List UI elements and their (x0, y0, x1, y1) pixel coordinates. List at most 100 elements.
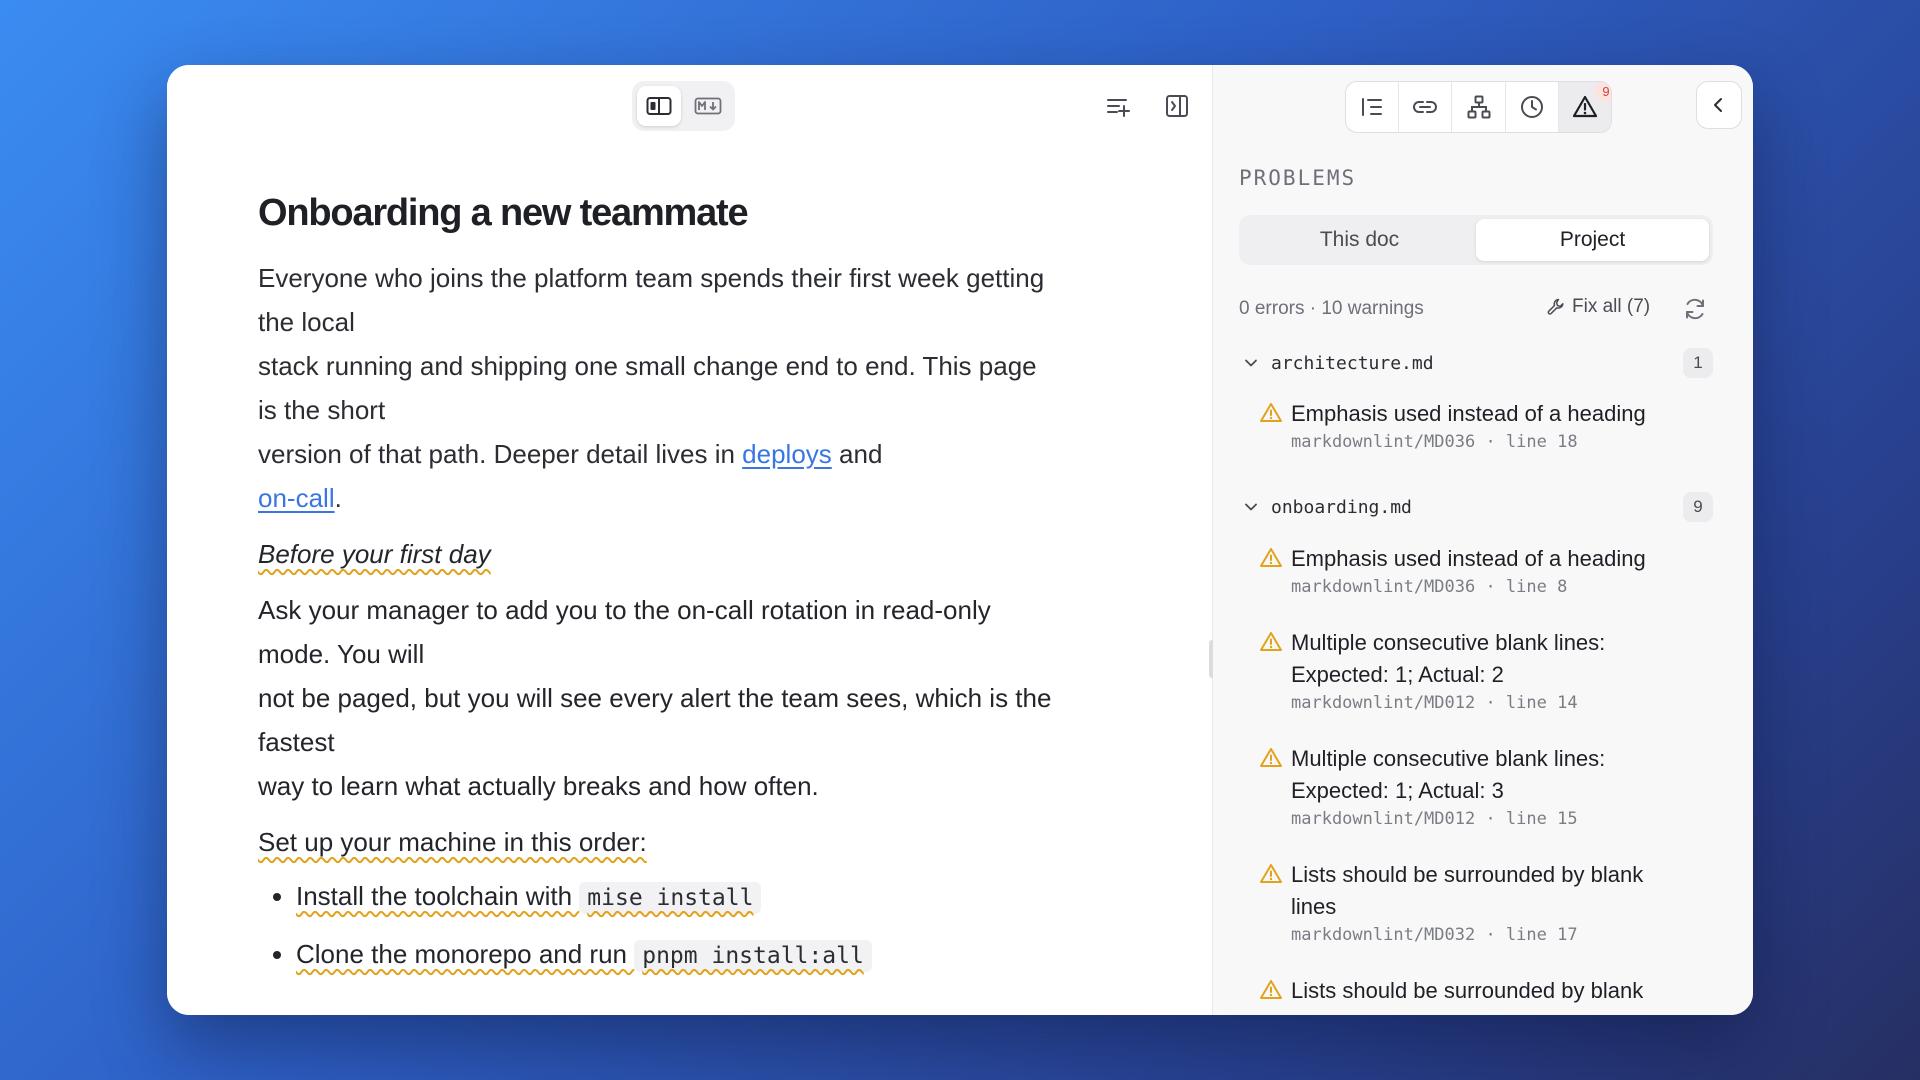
problem-rule: markdownlint/MD036 · line 8 (1291, 577, 1568, 597)
problem-group-architecture[interactable]: architecture.md 1 (1239, 348, 1713, 378)
problem-item[interactable]: Emphasis used instead of a heading markd… (1259, 543, 1699, 597)
fix-all-button[interactable]: Fix all (7) (1546, 296, 1650, 318)
problem-message: Emphasis used instead of a heading (1291, 546, 1646, 571)
problem-message: Lists should be surrounded by blank (1291, 862, 1644, 887)
sidebar-toggle-icon (1166, 95, 1188, 117)
lint-warning-underline[interactable]: Install the toolchain with mise install (296, 880, 762, 914)
panel-tab-bar: 9 (1345, 81, 1612, 133)
setup-label: Set up your machine in this order: (258, 820, 1118, 864)
problem-message: Emphasis used instead of a heading (1291, 401, 1646, 426)
text-line: version of that path. Deeper detail live… (258, 432, 1118, 476)
tab-outline[interactable] (1346, 82, 1400, 132)
clipped-issue-wrapper: Lists should be surrounded by blank (1213, 975, 1733, 1015)
problem-message: Multiple consecutive blank lines: (1291, 746, 1606, 771)
wrench-icon (1547, 298, 1564, 315)
link-icon (1413, 101, 1438, 113)
text-fragment: version of that path. Deeper detail live… (258, 438, 743, 469)
step-text: Clone the monorepo and run (296, 938, 635, 969)
split-preview-icon (646, 97, 672, 115)
problem-item[interactable]: Multiple consecutive blank lines: Expect… (1259, 627, 1699, 713)
wysiwyg-mode-button[interactable] (637, 86, 681, 126)
text-line: Everyone who joins the platform team spe… (258, 262, 1045, 293)
sidebar-toggle-button[interactable] (1160, 89, 1194, 123)
text-fragment: . (334, 482, 342, 513)
warning-icon (1260, 748, 1282, 767)
problem-message: Expected: 1; Actual: 3 (1291, 778, 1504, 803)
problem-item[interactable]: Lists should be surrounded by blank line… (1259, 859, 1699, 945)
inline-code: pnpm install:all (634, 939, 872, 972)
problems-summary: 0 errors · 10 warnings (1239, 298, 1424, 319)
problem-message: Expected: 1; Actual: 2 (1291, 662, 1504, 687)
hierarchy-icon (1467, 95, 1490, 119)
warning-icon (1260, 632, 1282, 651)
text-line: not be paged, but you will see every ale… (258, 682, 1052, 713)
tab-history[interactable] (1506, 82, 1559, 132)
document-body[interactable]: Onboarding a new teammate Everyone who j… (258, 191, 1118, 992)
chevron-down-icon (1239, 351, 1263, 375)
list-item: Clone the monorepo and run pnpm install:… (296, 934, 1118, 976)
document-title: Onboarding a new teammate (258, 192, 749, 234)
collapse-panel-button[interactable] (1696, 81, 1742, 129)
text-line: way to learn what actually breaks and ho… (258, 770, 819, 801)
lint-warning-underline[interactable]: Before your first day (258, 539, 491, 569)
problem-item[interactable]: Multiple consecutive blank lines: Expect… (1259, 743, 1699, 829)
intro-paragraph: Everyone who joins the platform team spe… (258, 256, 1118, 520)
markdown-mode-button[interactable] (686, 86, 730, 126)
lint-warning-underline[interactable]: Set up your machine in this order: (258, 827, 647, 857)
warning-icon (1260, 403, 1282, 422)
problem-item[interactable]: Lists should be surrounded by blank (1259, 975, 1699, 1007)
on-call-link[interactable]: on-call (258, 483, 335, 513)
group-count-badge: 9 (1683, 492, 1713, 522)
warning-icon (1260, 864, 1282, 883)
outline-add-icon (1107, 99, 1130, 117)
problem-message: Multiple consecutive blank lines: (1291, 630, 1606, 655)
chevron-down-icon (1239, 495, 1263, 519)
refresh-button[interactable] (1682, 296, 1708, 322)
history-clock-icon (1520, 96, 1543, 118)
scope-this-doc[interactable]: This doc (1243, 219, 1476, 261)
group-count-badge: 1 (1683, 348, 1713, 378)
warning-icon (1260, 980, 1282, 999)
chevron-left-icon (1714, 98, 1722, 112)
scope-project[interactable]: Project (1476, 219, 1709, 261)
emphasis-subheading: Before your first day (258, 532, 1118, 576)
text-fragment: and (831, 438, 883, 469)
problem-item[interactable]: Emphasis used instead of a heading markd… (1259, 398, 1699, 452)
setup-steps-list: Install the toolchain with mise install … (258, 876, 1118, 976)
tab-links[interactable] (1399, 82, 1453, 132)
problem-rule: markdownlint/MD012 · line 14 (1291, 693, 1578, 713)
text-line: is the short (258, 394, 386, 425)
fix-all-label: Fix all (7) (1572, 296, 1651, 317)
problem-message: Lists should be surrounded by blank (1291, 978, 1644, 1003)
problem-rule: markdownlint/MD032 · line 17 (1291, 925, 1578, 945)
problem-group-onboarding[interactable]: onboarding.md 9 (1239, 492, 1713, 522)
outline-add-button[interactable] (1101, 89, 1135, 123)
text-line: on-call. (258, 476, 1118, 520)
warning-icon (1572, 95, 1598, 118)
text-line: mode. You will (258, 638, 425, 669)
inline-code: mise install (579, 881, 762, 914)
editor-mode-toggle (632, 81, 735, 131)
problems-count-badge: 9 (1595, 82, 1611, 102)
markdown-icon (694, 97, 722, 115)
step-text: Install the toolchain with (296, 880, 580, 911)
outline-list-icon (1362, 98, 1383, 116)
oncall-paragraph: Ask your manager to add you to the on-ca… (258, 588, 1118, 808)
deploys-link[interactable]: deploys (742, 439, 832, 469)
panel-title: PROBLEMS (1239, 166, 1357, 190)
scope-segmented-control: This doc Project (1239, 215, 1713, 265)
lint-warning-underline[interactable]: Clone the monorepo and run pnpm install:… (296, 938, 872, 972)
warning-icon (1260, 548, 1282, 567)
tab-structure[interactable] (1452, 82, 1506, 132)
text-line: Ask your manager to add you to the on-ca… (258, 594, 991, 625)
group-filename: onboarding.md (1271, 496, 1412, 518)
tab-problems[interactable]: 9 (1558, 82, 1611, 132)
editor-pane: Onboarding a new teammate Everyone who j… (167, 65, 1212, 1015)
group-filename: architecture.md (1271, 352, 1434, 374)
text-line: fastest (258, 726, 335, 757)
list-item: Install the toolchain with mise install (296, 876, 1118, 918)
problem-rule: markdownlint/MD012 · line 15 (1291, 809, 1578, 829)
refresh-icon (1686, 298, 1704, 320)
text-line: the local (258, 306, 355, 337)
problem-message: lines (1291, 894, 1337, 919)
